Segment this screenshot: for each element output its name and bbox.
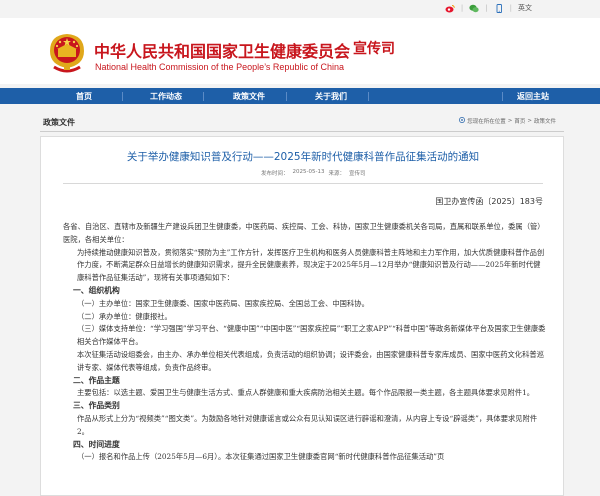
location-icon	[459, 117, 466, 125]
article-panel: 关于举办健康知识普及行动——2025年新时代健康科普作品征集活动的通知 发布时间…	[40, 136, 564, 496]
english-link[interactable]: 英文	[518, 3, 532, 13]
utility-links: | | | 英文	[445, 3, 532, 13]
breadcrumb-separator: >	[527, 118, 532, 124]
source-label: 来源：	[328, 171, 345, 177]
nav-policy-docs[interactable]: 政策文件	[233, 91, 265, 102]
national-emblem-logo[interactable]	[46, 31, 88, 75]
nav-separator	[368, 92, 369, 101]
nav-home[interactable]: 首页	[76, 91, 92, 102]
separator: |	[485, 4, 488, 12]
paragraph: （三）媒体支持单位：“学习强国”学习平台、“健康中国”“中国中医”“国家疾控局”…	[77, 324, 546, 347]
paragraph: 为持续推动健康知识普及，贯彻落实“预防为主”工作方针，发挥医疗卫生机构和医务人员…	[77, 247, 545, 283]
article-body: 各省、自治区、直辖市及新疆生产建设兵团卫生健康委，中医药局、疾控局、工会、科协，…	[63, 221, 547, 464]
article-meta: 发布时间： 2025-05-13 来源： 宣传司	[261, 169, 366, 177]
breadcrumb-home[interactable]: 首页	[514, 117, 525, 125]
article-source: 宣传司	[349, 171, 366, 177]
paragraph: 主要包括：以选主题、爱国卫生与健康生活方式、重点人群健康和重大疾病防治相关主题。…	[77, 388, 535, 398]
breadcrumb-current[interactable]: 政策文件	[534, 117, 556, 125]
nav-separator	[502, 92, 503, 101]
site-title-english: National Health Commission of the People…	[95, 62, 344, 72]
paragraph: 作品从形式上分为“视频类”“图文类”。为鼓励各地针对健康谣言或公众有见认知误区进…	[77, 413, 538, 436]
divider	[63, 183, 543, 184]
breadcrumb: 您现在所在位置 > 首页 > 政策文件	[459, 117, 556, 125]
paragraph: （一）报名和作品上传（2025年5月—6月）。本次征集通过国家卫生健康委官网“新…	[77, 452, 445, 462]
section-heading: 一、组织机构	[73, 285, 120, 295]
separator: |	[509, 4, 512, 12]
nav-separator	[122, 92, 123, 101]
wechat-icon[interactable]	[469, 4, 479, 13]
section-heading: 二、作品主题	[73, 375, 120, 385]
paragraph: （二）承办单位：健康报社。	[77, 311, 172, 321]
section-heading: 三、作品类别	[73, 401, 120, 411]
paragraph: 各省、自治区、直辖市及新疆生产建设兵团卫生健康委，中医药局、疾控局、工会、科协，…	[63, 222, 545, 244]
section-title: 政策文件	[43, 118, 75, 127]
breadcrumb-separator: >	[507, 118, 513, 124]
date-label: 发布时间：	[261, 171, 289, 177]
paragraph: （一）主办单位：国家卫生健康委、国家中医药局、国家疾控局、全国总工会、中国科协。	[77, 298, 369, 308]
breadcrumb-prefix: 您现在所在位置	[467, 119, 506, 125]
publish-date: 2025-05-13	[292, 169, 325, 175]
section-heading: 四、时间进度	[73, 439, 120, 449]
article-title: 关于举办健康知识普及行动——2025年新时代健康科普作品征集活动的通知	[126, 151, 480, 163]
separator: |	[460, 4, 464, 12]
main-nav: 首页 工作动态 政策文件 关于我们 返回主站	[0, 88, 600, 104]
nav-separator	[286, 92, 287, 101]
mobile-icon[interactable]	[494, 3, 504, 13]
section-header: 政策文件 您现在所在位置 > 首页 > 政策文件	[40, 112, 564, 132]
site-header: 中华人民共和国国家卫生健康委员会 宣传司 National Health Com…	[0, 18, 600, 84]
paragraph: 本次征集活动设组委会，由主办、承办单位相关代表组成，负责活动的组织协调；设评委会…	[77, 349, 544, 372]
department-name: 宣传司	[353, 41, 395, 57]
weibo-icon[interactable]	[445, 4, 455, 13]
document-number: 国卫办宣传函〔2025〕183号	[435, 197, 543, 206]
nav-separator	[203, 92, 204, 101]
nav-about-us[interactable]: 关于我们	[315, 91, 347, 102]
site-title[interactable]: 中华人民共和国国家卫生健康委员会	[94, 38, 350, 62]
back-to-main-site-link[interactable]: 返回主站	[517, 91, 549, 102]
top-utility-bar: | | | 英文	[0, 0, 600, 18]
nav-work-news[interactable]: 工作动态	[150, 91, 182, 102]
